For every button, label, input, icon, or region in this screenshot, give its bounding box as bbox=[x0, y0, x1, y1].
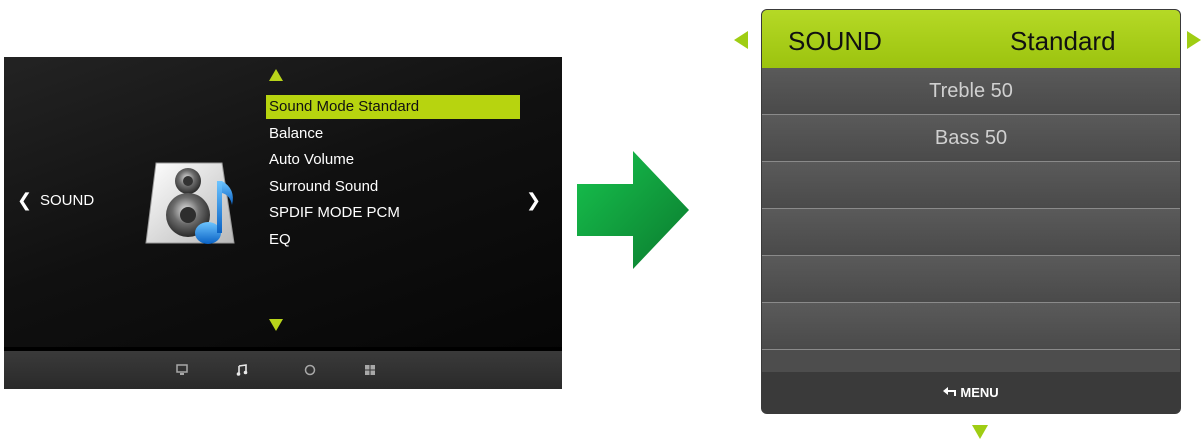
category-bar bbox=[4, 347, 562, 389]
transition-arrow-icon bbox=[577, 151, 689, 274]
new-sound-menu: SOUND Standard Treble 50 Bass 50 MENU bbox=[762, 10, 1180, 413]
menu-row-empty bbox=[762, 162, 1180, 209]
old-sound-menu: ❮ SOUND Sound Mode Standard Balance Auto… bbox=[4, 57, 562, 389]
triangle-right-icon[interactable] bbox=[1187, 31, 1201, 49]
section-label: SOUND bbox=[40, 192, 95, 209]
menu-item-sound-mode[interactable]: Sound Mode Standard bbox=[266, 95, 520, 119]
header-title: SOUND bbox=[788, 26, 882, 56]
menu-header[interactable]: SOUND Standard bbox=[762, 10, 1180, 68]
speaker-music-icon bbox=[144, 159, 239, 256]
menu-row-bass[interactable]: Bass 50 bbox=[762, 115, 1180, 162]
menu-row-empty bbox=[762, 209, 1180, 256]
menu-footer[interactable]: MENU bbox=[762, 372, 1180, 413]
menu-item-spdif-mode[interactable]: SPDIF MODE PCM bbox=[266, 201, 520, 225]
menu-row-empty bbox=[762, 256, 1180, 303]
chevron-left-icon[interactable]: ❮ bbox=[17, 190, 32, 210]
grid-icon[interactable] bbox=[364, 364, 376, 379]
triangle-left-icon[interactable] bbox=[734, 31, 748, 49]
chevron-right-icon[interactable]: ❯ bbox=[526, 190, 541, 210]
triangle-down-icon[interactable] bbox=[972, 425, 988, 439]
scroll-down-arrow-icon[interactable] bbox=[269, 319, 283, 331]
header-value: Standard bbox=[1010, 26, 1116, 56]
menu-row-empty bbox=[762, 303, 1180, 350]
scroll-up-arrow-icon[interactable] bbox=[269, 69, 283, 81]
return-arrow-icon bbox=[943, 372, 957, 413]
menu-item-balance[interactable]: Balance bbox=[266, 122, 520, 146]
clock-icon[interactable] bbox=[304, 364, 316, 379]
menu-button-label: MENU bbox=[960, 385, 999, 400]
menu-item-auto-volume[interactable]: Auto Volume bbox=[266, 148, 520, 172]
menu-item-surround-sound[interactable]: Surround Sound bbox=[266, 175, 520, 199]
menu-item-eq[interactable]: EQ bbox=[266, 228, 520, 252]
music-note-icon[interactable] bbox=[236, 364, 248, 379]
monitor-icon[interactable] bbox=[176, 364, 188, 379]
menu-row-treble[interactable]: Treble 50 bbox=[762, 68, 1180, 115]
new-menu-list: Treble 50 Bass 50 bbox=[762, 68, 1180, 350]
old-menu-list: Sound Mode Standard Balance Auto Volume … bbox=[266, 95, 520, 255]
